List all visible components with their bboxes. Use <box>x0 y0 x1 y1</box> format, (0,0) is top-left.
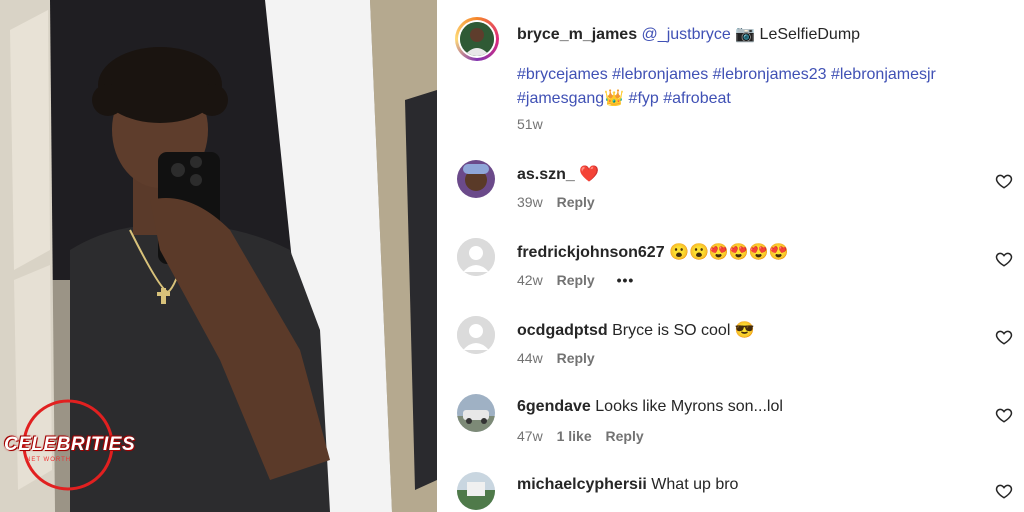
commenter-username[interactable]: michaelcyphersii <box>517 476 647 493</box>
comment-age: 39w <box>517 194 543 210</box>
caption-hashtags[interactable]: #brycejames #lebronjames #lebronjames23 … <box>517 66 936 83</box>
author-avatar[interactable] <box>455 17 499 61</box>
caption-hashtags-2[interactable]: #fyp #afrobeat <box>629 90 731 107</box>
heart-outline-icon[interactable] <box>995 482 1013 500</box>
heart-outline-icon[interactable] <box>995 250 1013 268</box>
author-username[interactable]: bryce_m_james <box>517 26 637 43</box>
comment-emoji: 😎 <box>734 322 755 339</box>
watermark-title: CELEBRITIES <box>4 434 136 455</box>
commenter-avatar[interactable] <box>457 316 495 354</box>
author-mention[interactable]: @_justbryce <box>642 26 731 43</box>
comment-age: 42w <box>517 272 543 288</box>
camera-emoji: 📷 <box>735 26 756 43</box>
heart-outline-icon[interactable] <box>995 172 1013 190</box>
crown-emoji: 👑 <box>604 90 625 107</box>
watermark-subtitle: NET WORTH <box>26 457 72 463</box>
comment-age: 47w <box>517 428 543 444</box>
reply-button[interactable]: Reply <box>557 194 595 210</box>
comments-panel: bryce_m_james @_justbryce 📷 LeSelfieDump… <box>437 0 1024 512</box>
commenter-avatar[interactable] <box>457 160 495 198</box>
commenter-avatar[interactable] <box>457 394 495 432</box>
hashtag-jamesgang[interactable]: #jamesgang <box>517 90 604 107</box>
post-age: 51w <box>517 116 543 132</box>
commenter-username[interactable]: fredrickjohnson627 <box>517 244 665 261</box>
heart-outline-icon[interactable] <box>995 328 1013 346</box>
comment-text: Looks like Myrons son...lol <box>595 398 783 415</box>
commenter-avatar[interactable] <box>457 238 495 276</box>
commenter-avatar[interactable] <box>457 472 495 510</box>
commenter-username[interactable]: as.szn_ <box>517 166 575 183</box>
comment-text: What up bro <box>651 476 739 493</box>
comment-likes[interactable]: 1 like <box>557 428 592 444</box>
reply-button[interactable]: Reply <box>557 272 595 288</box>
comment-age: 44w <box>517 350 543 366</box>
heart-outline-icon[interactable] <box>995 406 1013 424</box>
commenter-username[interactable]: 6gendave <box>517 398 591 415</box>
commenter-username[interactable]: ocdgadptsd <box>517 322 608 339</box>
comment-emoji: 😮😮😍😍😍😍 <box>669 244 789 261</box>
caption-text: LeSelfieDump <box>759 26 861 43</box>
reply-button[interactable]: Reply <box>557 350 595 366</box>
comment-text: Bryce is SO cool <box>612 322 731 339</box>
more-options-icon[interactable]: ••• <box>617 272 635 288</box>
comment-emoji: ❤️ <box>579 166 600 183</box>
post-photo: CELEBRITIES NET WORTH <box>0 0 437 512</box>
reply-button[interactable]: Reply <box>606 428 644 444</box>
